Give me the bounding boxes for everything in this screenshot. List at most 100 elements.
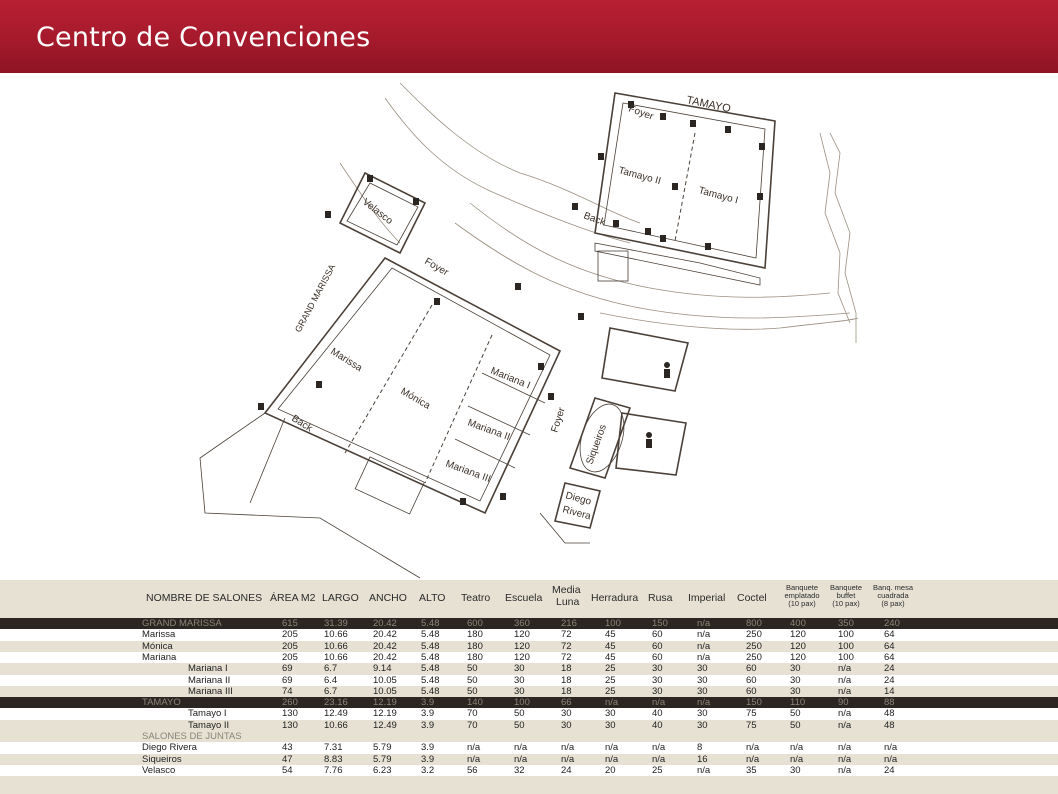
row-value-cell: 56 bbox=[467, 764, 478, 776]
row-value-cell: n/a bbox=[838, 674, 852, 686]
row-value-cell: 64 bbox=[884, 640, 895, 652]
th-teatro: Teatro bbox=[461, 592, 491, 604]
th-area: ÁREA M2 bbox=[270, 592, 316, 604]
row-value-cell: 18 bbox=[561, 685, 572, 697]
row-value-cell: 30 bbox=[514, 685, 525, 697]
row-value-cell: 60 bbox=[652, 651, 663, 663]
row-value-cell: n/a bbox=[514, 753, 528, 765]
row-value-cell: 30 bbox=[514, 663, 525, 675]
th-bq-mesa-3: (8 pax) bbox=[881, 599, 905, 608]
row-value-cell: 69 bbox=[282, 663, 293, 675]
row-value-cell: n/a bbox=[697, 697, 711, 709]
th-media-2: Luna bbox=[556, 596, 580, 608]
row-value-cell: 250 bbox=[746, 629, 762, 641]
row-value-cell: 30 bbox=[652, 674, 663, 686]
label-siqueiros: Siqueiros bbox=[584, 423, 609, 466]
row-value-cell: 30 bbox=[697, 708, 708, 720]
table-row: Tamayo II 130 10.66 12.49 3.9 70 50 30 30 40 30 75 5… bbox=[0, 719, 1058, 731]
row-value-cell: n/a bbox=[652, 742, 666, 754]
row-value-cell: n/a bbox=[697, 764, 711, 776]
row-value-cell: 60 bbox=[746, 685, 757, 697]
row-value-cell: 14 bbox=[884, 685, 895, 697]
th-escuela: Escuela bbox=[505, 592, 543, 604]
row-value-cell: 66 bbox=[561, 697, 572, 709]
row-value-cell: 8 bbox=[697, 742, 703, 754]
row-value-cell: 30 bbox=[514, 674, 525, 686]
row-value-cell: 60 bbox=[746, 663, 757, 675]
row-value-cell: 72 bbox=[561, 651, 572, 663]
row-value-cell: 12.19 bbox=[373, 697, 397, 709]
row-value-cell: 10.66 bbox=[324, 640, 348, 652]
row-value-cell: 8.83 bbox=[324, 753, 343, 765]
row-value-cell: n/a bbox=[790, 753, 804, 765]
row-value-cell: 100 bbox=[514, 697, 530, 709]
th-coctel: Coctel bbox=[737, 592, 767, 604]
table-row: Diego Rivera 43 7.31 5.79 3.9 n/a n/a n/a n/a n/a… bbox=[0, 742, 1058, 754]
row-value-cell: 30 bbox=[652, 663, 663, 675]
row-value-cell: 3.9 bbox=[421, 719, 435, 731]
row-value-cell: 400 bbox=[790, 618, 806, 629]
row-value-cell: n/a bbox=[697, 640, 711, 652]
th-largo: LARGO bbox=[322, 592, 359, 604]
row-value-cell: n/a bbox=[467, 753, 481, 765]
row-value-cell: 50 bbox=[514, 708, 525, 720]
row-name-cell: Mariana bbox=[142, 651, 177, 663]
table-row: Mariana III 74 6.7 10.05 5.48 50 30 18 25 30 30 60 3… bbox=[0, 685, 1058, 698]
row-value-cell: 64 bbox=[884, 629, 895, 641]
row-value-cell: 30 bbox=[605, 719, 616, 731]
row-value-cell: 250 bbox=[746, 651, 762, 663]
label-foyer-right: Foyer bbox=[549, 406, 568, 434]
row-value-cell: n/a bbox=[838, 663, 852, 675]
row-value-cell: 30 bbox=[697, 685, 708, 697]
row-value-cell: n/a bbox=[467, 742, 481, 754]
row-value-cell: 30 bbox=[790, 685, 801, 697]
row-value-cell: 20.42 bbox=[373, 651, 397, 663]
row-value-cell: 150 bbox=[652, 618, 668, 629]
row-value-cell: 5.48 bbox=[421, 651, 440, 663]
row-value-cell: 3.9 bbox=[421, 697, 435, 709]
row-value-cell: 60 bbox=[652, 640, 663, 652]
row-value-cell: 24 bbox=[884, 663, 895, 675]
table-row: TAMAYO 260 23.16 12.19 3.9 140 100 66 n/a n/a n/a 1… bbox=[0, 697, 1058, 709]
th-rusa: Rusa bbox=[648, 592, 673, 604]
row-value-cell: 30 bbox=[652, 685, 663, 697]
row-value-cell: 43 bbox=[282, 742, 293, 754]
th-name: NOMBRE DE SALONES bbox=[146, 592, 263, 604]
th-media-1: Media bbox=[552, 584, 581, 596]
row-value-cell: n/a bbox=[605, 742, 619, 754]
row-value-cell: 205 bbox=[282, 629, 298, 641]
row-value-cell: 6.7 bbox=[324, 685, 338, 697]
row-value-cell: 260 bbox=[282, 697, 298, 709]
row-value-cell: 10.66 bbox=[324, 719, 348, 731]
row-value-cell: 60 bbox=[746, 674, 757, 686]
row-value-cell: n/a bbox=[561, 742, 575, 754]
row-value-cell: 25 bbox=[605, 685, 616, 697]
row-value-cell: 3.9 bbox=[421, 708, 435, 720]
row-value-cell: 120 bbox=[790, 629, 806, 641]
row-value-cell: 120 bbox=[790, 651, 806, 663]
table-row: Mariana II 69 6.4 10.05 5.48 50 30 18 25 30 30 60 30… bbox=[0, 674, 1058, 686]
row-value-cell: 75 bbox=[746, 708, 757, 720]
row-value-cell: 50 bbox=[790, 708, 801, 720]
row-value-cell: 5.79 bbox=[373, 742, 392, 754]
row-value-cell: n/a bbox=[652, 753, 666, 765]
row-value-cell: n/a bbox=[884, 753, 898, 765]
row-name-cell: TAMAYO bbox=[142, 697, 181, 709]
row-value-cell: 40 bbox=[652, 719, 663, 731]
row-value-cell: 360 bbox=[514, 618, 530, 629]
row-value-cell: n/a bbox=[561, 753, 575, 765]
row-value-cell: 30 bbox=[697, 674, 708, 686]
row-value-cell: 250 bbox=[746, 640, 762, 652]
row-value-cell: 20.42 bbox=[373, 640, 397, 652]
row-value-cell: 24 bbox=[884, 764, 895, 776]
th-ancho: ANCHO bbox=[369, 592, 407, 604]
label-mariana-iii: Mariana III bbox=[444, 458, 492, 484]
floor-plan: TAMAYO Foyer Tamayo II Tamayo I Back Vel… bbox=[199, 82, 859, 579]
row-value-cell: 120 bbox=[790, 640, 806, 652]
label-back-left: Back bbox=[289, 413, 315, 435]
row-value-cell: 18 bbox=[561, 674, 572, 686]
label-grand-marissa: GRAND MARISSA bbox=[293, 263, 337, 334]
row-value-cell: 120 bbox=[514, 640, 530, 652]
label-tamayo-ii: Tamayo II bbox=[617, 165, 662, 187]
row-value-cell: 3.9 bbox=[421, 753, 435, 765]
